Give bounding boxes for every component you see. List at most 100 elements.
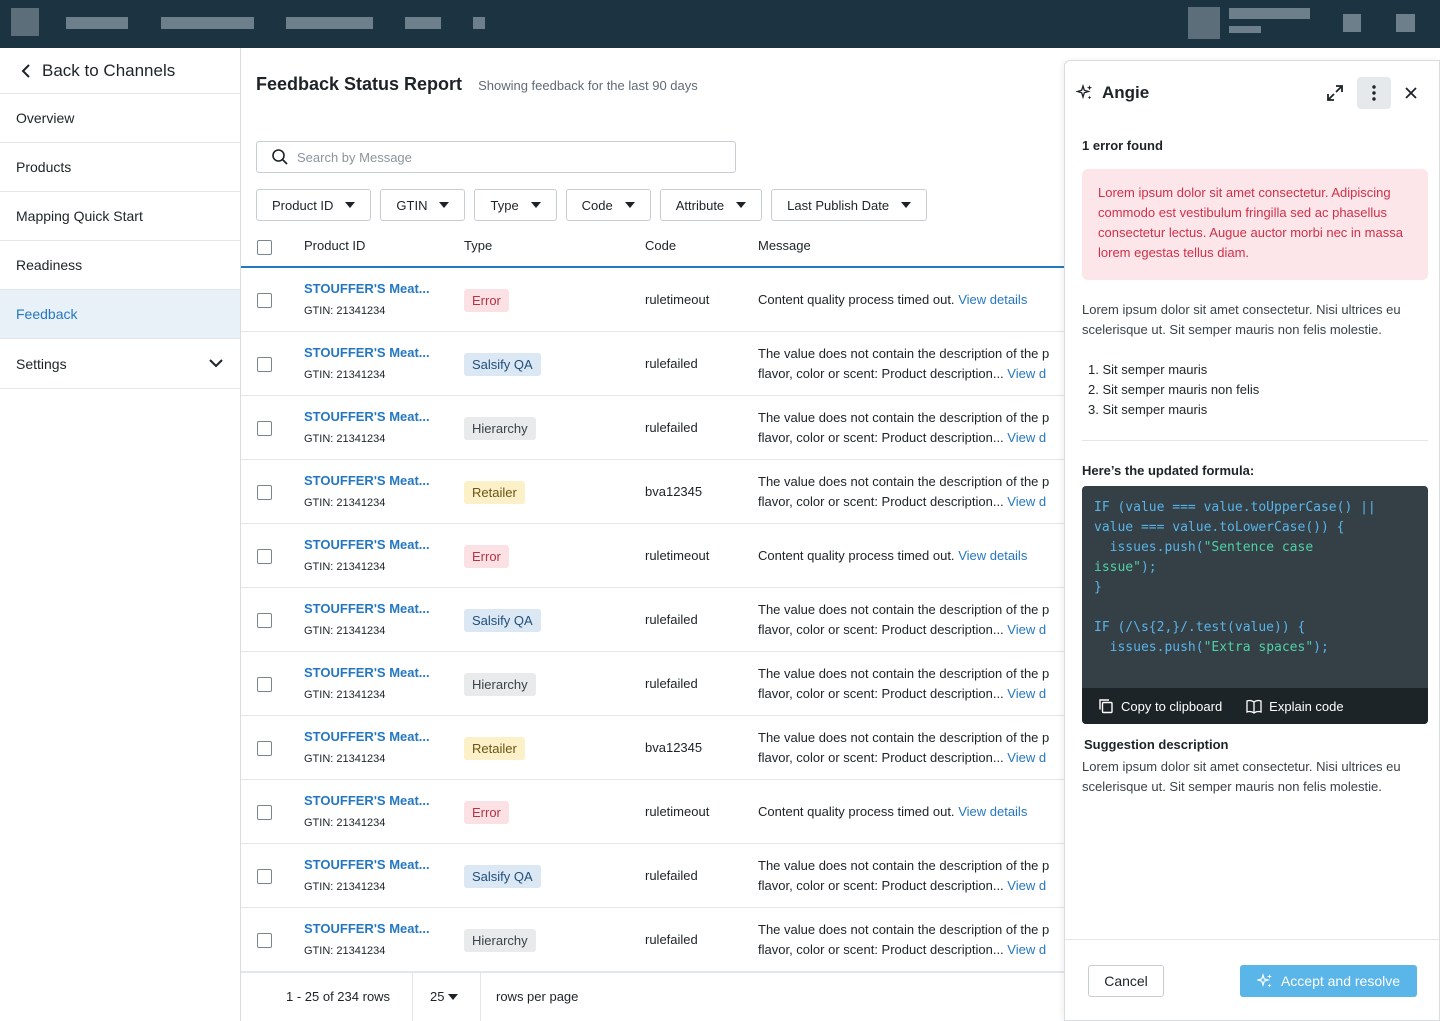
product-id-link[interactable]: STOUFFER'S Meat...: [304, 793, 430, 808]
code-text: rulefailed: [645, 868, 698, 883]
view-details-link[interactable]: View d: [1007, 686, 1046, 701]
nav-item-label: Products: [16, 159, 72, 175]
product-id-link[interactable]: STOUFFER'S Meat...: [304, 601, 430, 616]
nav-placeholder-3[interactable]: [286, 17, 373, 29]
product-id-link[interactable]: STOUFFER'S Meat...: [304, 345, 430, 360]
table-row[interactable]: STOUFFER'S Meat... GTIN: 21341234 Error rul…: [241, 780, 1064, 844]
table-row[interactable]: STOUFFER'S Meat... GTIN: 21341234 Hierarch…: [241, 396, 1064, 460]
table-row[interactable]: STOUFFER'S Meat... GTIN: 21341234 Salsify …: [241, 588, 1064, 652]
row-checkbox[interactable]: [257, 613, 272, 628]
nav-item-feedback[interactable]: Feedback: [0, 290, 240, 339]
main-content: Feedback Status Report Showing feedback …: [241, 48, 1064, 1021]
caret-down-icon: [439, 202, 450, 208]
column-header-product-id[interactable]: Product ID: [304, 238, 365, 253]
nav-item-mapping-quick-start[interactable]: Mapping Quick Start: [0, 192, 240, 241]
row-checkbox[interactable]: [257, 293, 272, 308]
nav-item-products[interactable]: Products: [0, 143, 240, 192]
search-input[interactable]: [297, 149, 717, 165]
nav-item-readiness[interactable]: Readiness: [0, 241, 240, 290]
accept-and-resolve-button[interactable]: Accept and resolve: [1240, 965, 1417, 997]
row-checkbox[interactable]: [257, 933, 272, 948]
table-row[interactable]: STOUFFER'S Meat... GTIN: 21341234 Error rul…: [241, 524, 1064, 588]
filter-last-publish-date[interactable]: Last Publish Date: [771, 189, 928, 221]
back-to-channels-link[interactable]: Back to Channels: [0, 48, 240, 94]
view-details-link[interactable]: View d: [1007, 430, 1046, 445]
product-id-link[interactable]: STOUFFER'S Meat...: [304, 281, 430, 296]
message-line: flavor, color or scent: Product descript…: [758, 494, 1004, 509]
table-row[interactable]: STOUFFER'S Meat... GTIN: 21341234 Hierarch…: [241, 652, 1064, 716]
code-text: rulefailed: [645, 356, 698, 371]
view-details-link[interactable]: View d: [1007, 942, 1046, 957]
message-text: Content quality process timed out. View …: [758, 802, 1064, 822]
table-row[interactable]: STOUFFER'S Meat... GTIN: 21341234 Salsify …: [241, 844, 1064, 908]
filter-type[interactable]: Type: [474, 189, 557, 221]
column-header-type[interactable]: Type: [464, 238, 492, 253]
row-checkbox[interactable]: [257, 869, 272, 884]
view-details-link[interactable]: View details: [958, 292, 1027, 307]
table-row[interactable]: STOUFFER'S Meat... GTIN: 21341234 Salsify …: [241, 332, 1064, 396]
filter-gtin[interactable]: GTIN: [380, 189, 466, 221]
view-details-link[interactable]: View details: [958, 548, 1027, 563]
chevron-down-icon: [209, 359, 223, 368]
row-checkbox[interactable]: [257, 677, 272, 692]
product-id-link[interactable]: STOUFFER'S Meat...: [304, 921, 430, 936]
copy-icon: [1099, 699, 1113, 714]
filter-code[interactable]: Code: [565, 189, 651, 221]
filter-product-id[interactable]: Product ID: [256, 189, 372, 221]
table-row[interactable]: STOUFFER'S Meat... GTIN: 21341234 Retailer…: [241, 460, 1064, 524]
filter-attribute[interactable]: Attribute: [659, 189, 763, 221]
row-checkbox[interactable]: [257, 805, 272, 820]
product-id-link[interactable]: STOUFFER'S Meat...: [304, 409, 430, 424]
row-checkbox[interactable]: [257, 357, 272, 372]
top-navigation-bar: [0, 0, 1440, 48]
help-icon[interactable]: [1343, 14, 1361, 32]
view-details-link[interactable]: View d: [1007, 622, 1046, 637]
product-id-link[interactable]: STOUFFER'S Meat...: [304, 665, 430, 680]
product-id-link[interactable]: STOUFFER'S Meat...: [304, 857, 430, 872]
nav-placeholder-5[interactable]: [473, 17, 485, 29]
table-row[interactable]: STOUFFER'S Meat... GTIN: 21341234 Hierarch…: [241, 908, 1064, 972]
row-checkbox[interactable]: [257, 549, 272, 564]
expand-icon[interactable]: [1325, 83, 1345, 103]
nav-placeholder-2[interactable]: [161, 17, 254, 29]
table-row[interactable]: STOUFFER'S Meat... GTIN: 21341234 Retailer…: [241, 716, 1064, 780]
notifications-icon[interactable]: [1396, 14, 1415, 32]
page-size-select[interactable]: 25: [430, 989, 459, 1004]
product-id-link[interactable]: STOUFFER'S Meat...: [304, 729, 430, 744]
view-details-link[interactable]: View d: [1007, 494, 1046, 509]
copy-to-clipboard-button[interactable]: Copy to clipboard: [1098, 698, 1222, 714]
select-all-checkbox[interactable]: [257, 240, 272, 255]
view-details-link[interactable]: View d: [1007, 878, 1046, 893]
product-id-link[interactable]: STOUFFER'S Meat...: [304, 473, 430, 488]
avatar[interactable]: [1188, 7, 1220, 39]
gtin-text: GTIN: 21341234: [304, 881, 386, 893]
row-checkbox[interactable]: [257, 485, 272, 500]
nav-item-overview[interactable]: Overview: [0, 94, 240, 143]
code-text: rulefailed: [645, 420, 698, 435]
left-navigation: Back to Channels Overview Products Mappi…: [0, 48, 241, 1021]
message-line: The value does not contain the descripti…: [758, 858, 1050, 873]
app-logo[interactable]: [11, 8, 39, 36]
column-header-message[interactable]: Message: [758, 238, 811, 253]
row-checkbox[interactable]: [257, 421, 272, 436]
row-checkbox[interactable]: [257, 741, 272, 756]
product-id-link[interactable]: STOUFFER'S Meat...: [304, 537, 430, 552]
cancel-button[interactable]: Cancel: [1088, 965, 1164, 997]
view-details-link[interactable]: View d: [1007, 750, 1046, 765]
list-item: Sit semper mauris: [1082, 400, 1259, 420]
type-badge: Error: [464, 545, 509, 568]
nav-item-settings[interactable]: Settings: [0, 339, 240, 389]
more-options-button[interactable]: [1357, 77, 1391, 109]
nav-placeholder-1[interactable]: [66, 17, 128, 29]
column-header-code[interactable]: Code: [645, 238, 676, 253]
pagination-bar: 1 - 25 of 234 rows 25 rows per page: [241, 972, 1064, 1021]
error-count: 1 error found: [1082, 138, 1163, 153]
table-row[interactable]: STOUFFER'S Meat... GTIN: 21341234 Error rul…: [241, 268, 1064, 332]
view-details-link[interactable]: View d: [1007, 366, 1046, 381]
panel-title: Angie: [1102, 83, 1150, 102]
filter-label: Code: [581, 197, 613, 213]
explain-code-button[interactable]: Explain code: [1246, 698, 1344, 714]
view-details-link[interactable]: View details: [958, 804, 1027, 819]
nav-placeholder-4[interactable]: [405, 17, 441, 29]
close-icon[interactable]: [1402, 84, 1420, 102]
